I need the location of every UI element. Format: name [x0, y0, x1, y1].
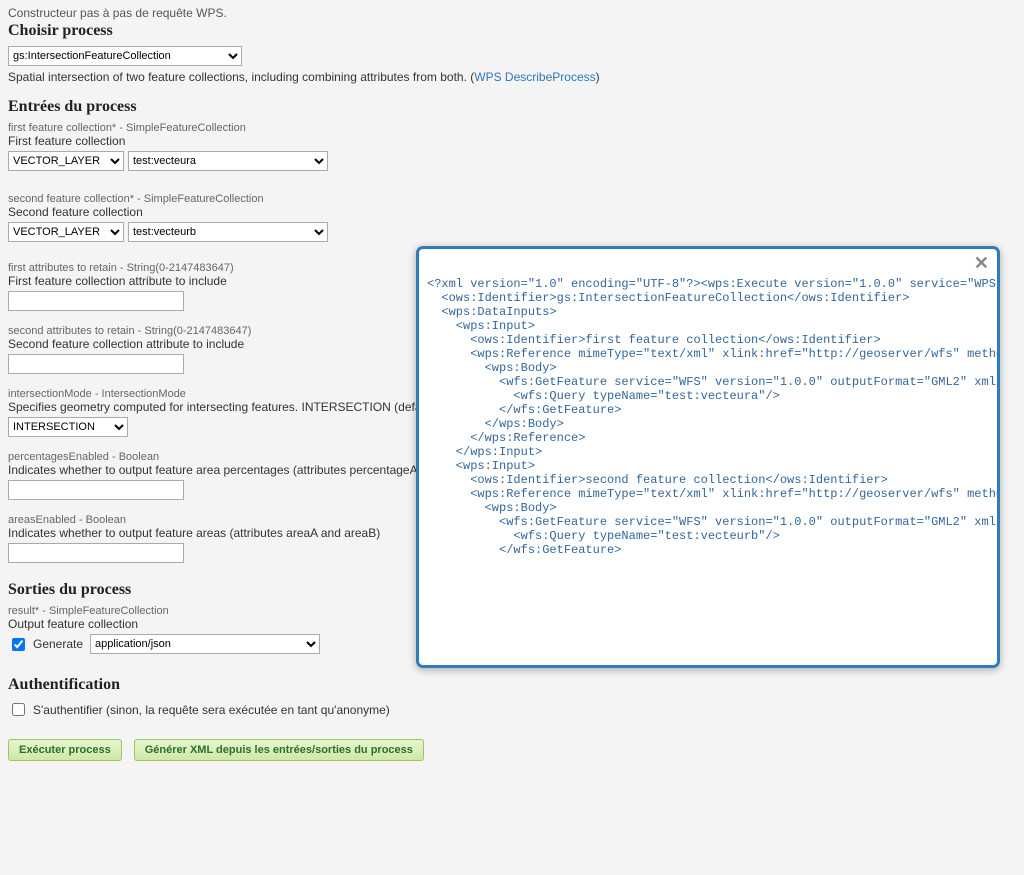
desc-second-fc: Second feature collection	[8, 205, 1024, 219]
generate-checkbox[interactable]	[12, 638, 25, 651]
second-fc-layer-select[interactable]: test:vecteurb	[128, 222, 328, 242]
close-icon[interactable]: ✕	[974, 254, 989, 272]
first-fc-layer-select[interactable]: test:vecteura	[128, 151, 328, 171]
first-attr-input[interactable]	[8, 291, 184, 311]
generate-label: Generate	[33, 637, 83, 651]
intersection-mode-select[interactable]: INTERSECTION	[8, 417, 128, 437]
choose-process-heading: Choisir process	[8, 22, 1024, 40]
param-second-fc: second feature collection* - SimpleFeatu…	[8, 193, 1024, 205]
execute-process-button[interactable]: Exécuter process	[8, 739, 122, 761]
auth-checkbox[interactable]	[12, 703, 25, 716]
second-attr-input[interactable]	[8, 354, 184, 374]
inputs-heading: Entrées du process	[8, 98, 1024, 116]
generate-xml-button[interactable]: Générer XML depuis les entrées/sorties d…	[134, 739, 424, 761]
builder-subtitle: Constructeur pas à pas de requête WPS.	[8, 6, 1024, 20]
param-first-fc: first feature collection* - SimpleFeatur…	[8, 122, 1024, 134]
result-format-select[interactable]: application/json	[90, 634, 320, 654]
auth-heading: Authentification	[8, 676, 1024, 694]
auth-label: S'authentifier (sinon, la requête sera e…	[33, 703, 390, 717]
xml-output-modal: ✕ <?xml version="1.0" encoding="UTF-8"?>…	[416, 246, 1000, 668]
describe-process-link[interactable]: WPS DescribeProcess	[474, 70, 595, 84]
process-description: Spatial intersection of two feature coll…	[8, 70, 1024, 84]
process-select[interactable]: gs:IntersectionFeatureCollection	[8, 46, 242, 66]
first-fc-type-select[interactable]: VECTOR_LAYER	[8, 151, 124, 171]
second-fc-type-select[interactable]: VECTOR_LAYER	[8, 222, 124, 242]
percentages-input[interactable]	[8, 480, 184, 500]
areas-input[interactable]	[8, 543, 184, 563]
xml-output-body[interactable]: <?xml version="1.0" encoding="UTF-8"?><w…	[419, 249, 997, 665]
desc-first-fc: First feature collection	[8, 134, 1024, 148]
